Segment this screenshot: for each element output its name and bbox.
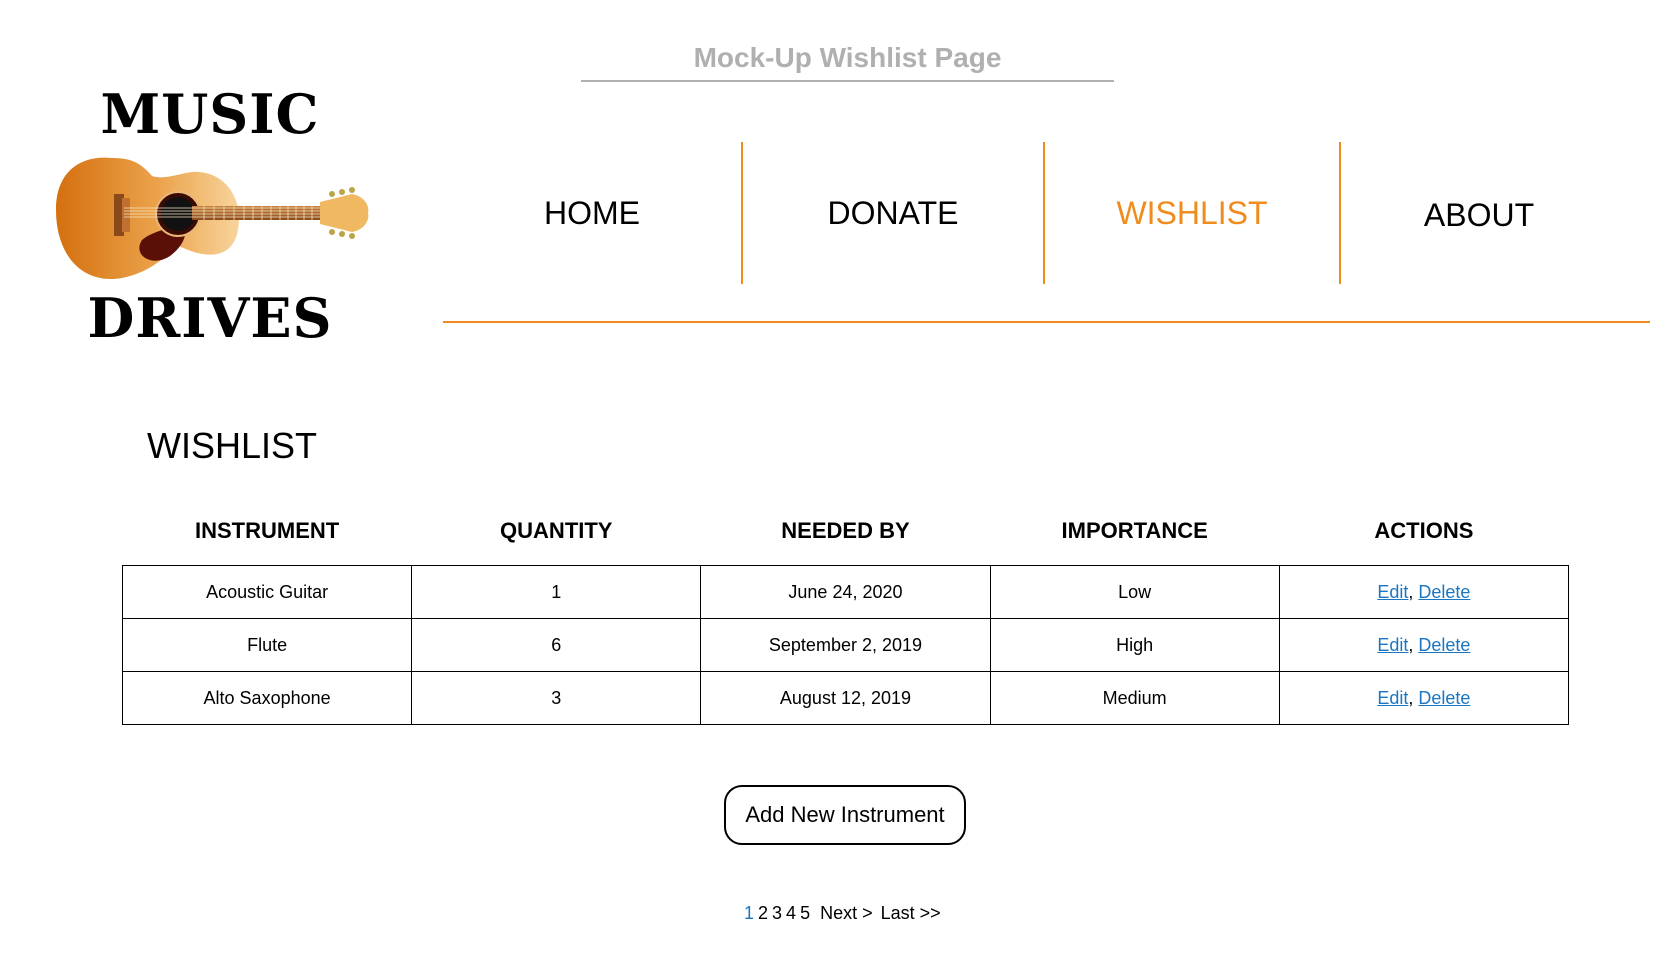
next-page-link[interactable]: Next > <box>820 903 873 923</box>
main-nav: HOME DONATE WISHLIST ABOUT <box>443 140 1650 286</box>
cell-quantity: 1 <box>411 565 702 619</box>
column-header-actions: ACTIONS <box>1374 518 1474 543</box>
edit-link[interactable]: Edit <box>1377 635 1408 655</box>
mockup-title-underline <box>581 80 1114 82</box>
table-row: Acoustic Guitar 1 June 24, 2020 Low Edit… <box>121 565 1570 619</box>
wishlist-page: Mock-Up Wishlist Page MUSIC DRIVES HOME … <box>0 0 1680 980</box>
table-row: Flute 6 September 2, 2019 High Edit, Del… <box>121 618 1570 672</box>
column-header-importance: IMPORTANCE <box>1061 518 1208 543</box>
music-drives-logo[interactable]: MUSIC DRIVES <box>50 82 390 352</box>
cell-instrument: Flute <box>121 618 413 672</box>
last-page-link[interactable]: Last >> <box>881 903 941 923</box>
column-header-quantity: QUANTITY <box>500 518 613 543</box>
cell-actions: Edit, Delete <box>1278 618 1570 672</box>
cell-quantity: 3 <box>411 671 702 725</box>
cell-needed-by: September 2, 2019 <box>700 618 991 672</box>
page-link-3[interactable]: 3 <box>772 903 782 923</box>
nav-item-donate[interactable]: DONATE <box>743 140 1043 286</box>
cell-importance: Medium <box>989 671 1280 725</box>
cell-needed-by: August 12, 2019 <box>700 671 991 725</box>
nav-item-home[interactable]: HOME <box>443 140 741 286</box>
column-header-instrument: INSTRUMENT <box>194 518 340 543</box>
cell-instrument: Acoustic Guitar <box>121 565 413 619</box>
nav-underline <box>443 321 1650 323</box>
acoustic-guitar-icon <box>56 157 369 280</box>
page-link-1[interactable]: 1 <box>744 903 754 923</box>
page-link-4[interactable]: 4 <box>786 903 796 923</box>
edit-link[interactable]: Edit <box>1377 688 1408 708</box>
mockup-title: Mock-Up Wishlist Page <box>693 42 1002 73</box>
delete-link[interactable]: Delete <box>1418 688 1470 708</box>
cell-instrument: Alto Saxophone <box>121 671 413 725</box>
table-row: Alto Saxophone 3 August 12, 2019 Medium … <box>121 671 1570 725</box>
edit-link[interactable]: Edit <box>1377 582 1408 602</box>
wishlist-table-container: INSTRUMENT QUANTITY NEEDED BY IMPORTANCE… <box>121 513 1570 725</box>
logo-word-drives: DRIVES <box>87 286 333 350</box>
page-title: WISHLIST <box>147 425 318 466</box>
wishlist-table: INSTRUMENT QUANTITY NEEDED BY IMPORTANCE… <box>121 513 1570 725</box>
logo-word-music: MUSIC <box>100 82 320 146</box>
table-header-row: INSTRUMENT QUANTITY NEEDED BY IMPORTANCE… <box>123 513 1569 566</box>
page-link-5[interactable]: 5 <box>800 903 810 923</box>
cell-quantity: 6 <box>411 618 702 672</box>
nav-item-wishlist[interactable]: WISHLIST <box>1045 140 1339 286</box>
pagination: 1 2 3 4 5 Next > Last >> <box>744 903 941 924</box>
delete-link[interactable]: Delete <box>1418 582 1470 602</box>
page-link-2[interactable]: 2 <box>758 903 768 923</box>
nav-item-about[interactable]: ABOUT <box>1341 140 1617 286</box>
cell-actions: Edit, Delete <box>1278 671 1570 725</box>
cell-importance: High <box>989 618 1280 672</box>
delete-link[interactable]: Delete <box>1418 635 1470 655</box>
cell-actions: Edit, Delete <box>1278 565 1570 619</box>
add-new-instrument-button[interactable]: Add New Instrument <box>724 785 966 845</box>
cell-needed-by: June 24, 2020 <box>700 565 991 619</box>
column-header-needed-by: NEEDED BY <box>781 518 910 543</box>
cell-importance: Low <box>989 565 1280 619</box>
